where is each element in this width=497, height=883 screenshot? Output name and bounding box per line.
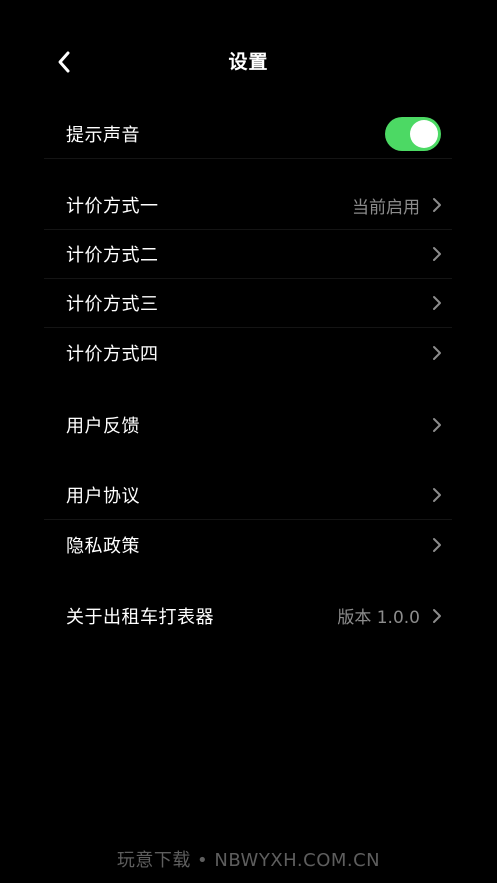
sound-settings-group: 提示声音 — [44, 110, 452, 159]
pricing-option-2-row[interactable]: 计价方式二 — [44, 230, 452, 279]
chevron-right-icon — [430, 245, 444, 263]
privacy-policy-label: 隐私政策 — [66, 535, 140, 557]
about-label: 关于出租车打表器 — [66, 606, 214, 628]
pricing-option-label: 计价方式三 — [66, 294, 159, 315]
sound-toggle[interactable] — [385, 117, 441, 151]
page-title: 设置 — [228, 51, 269, 73]
feedback-row[interactable]: 用户反馈 — [44, 400, 452, 449]
chevron-right-icon — [430, 416, 444, 434]
user-agreement-label: 用户协议 — [66, 486, 140, 507]
pricing-settings-group: 计价方式一 当前启用 计价方式二 计价方式三 计价方式四 — [44, 181, 452, 377]
privacy-policy-row[interactable]: 隐私政策 — [44, 520, 452, 569]
chevron-right-icon — [430, 294, 444, 312]
pricing-option-1-row[interactable]: 计价方式一 当前启用 — [44, 181, 452, 230]
sound-setting-row: 提示声音 — [44, 110, 452, 159]
watermark-text: 玩意下载 • NBWYXH.COM.CN — [116, 850, 381, 871]
chevron-right-icon — [430, 607, 444, 625]
legal-group: 用户协议 隐私政策 — [44, 471, 452, 569]
sound-label: 提示声音 — [66, 125, 140, 146]
about-row[interactable]: 关于出租车打表器 版本 1.0.0 — [44, 591, 452, 640]
pricing-option-3-row[interactable]: 计价方式三 — [44, 279, 452, 328]
chevron-right-icon — [430, 486, 444, 504]
pricing-option-label: 计价方式一 — [66, 196, 159, 217]
chevron-right-icon — [430, 344, 444, 362]
pricing-option-4-row[interactable]: 计价方式四 — [44, 328, 452, 377]
feedback-group: 用户反馈 — [44, 400, 452, 449]
chevron-right-icon — [430, 196, 444, 214]
toggle-knob — [410, 120, 438, 148]
about-group: 关于出租车打表器 版本 1.0.0 — [44, 591, 452, 640]
version-text: 版本 1.0.0 — [337, 608, 420, 628]
feedback-label: 用户反馈 — [66, 415, 140, 437]
chevron-right-icon — [430, 536, 444, 554]
top-bar: 设置 — [0, 40, 497, 84]
pricing-option-label: 计价方式二 — [66, 245, 159, 266]
pricing-status-text: 当前启用 — [352, 197, 420, 218]
user-agreement-row[interactable]: 用户协议 — [44, 471, 452, 520]
pricing-option-label: 计价方式四 — [66, 343, 159, 365]
